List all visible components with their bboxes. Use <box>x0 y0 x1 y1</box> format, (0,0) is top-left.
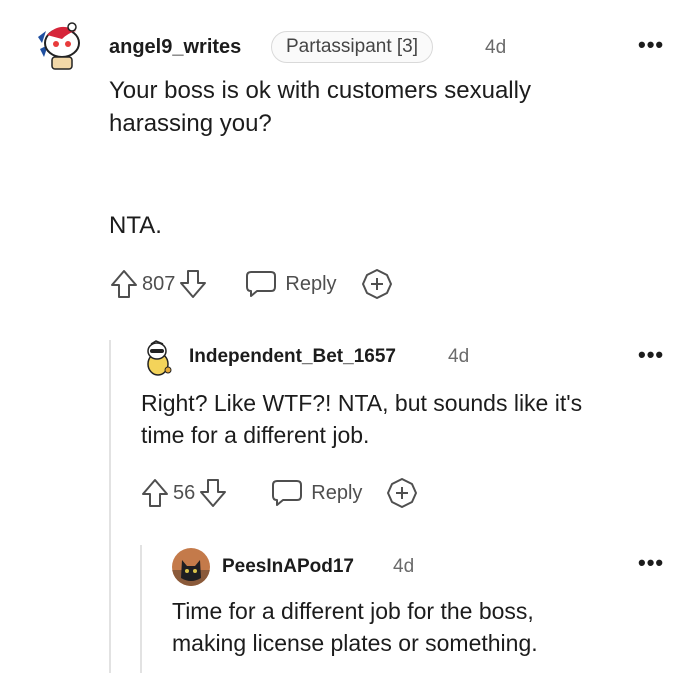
thread-line-level-2[interactable] <box>140 545 142 673</box>
comment-line: NTA. <box>109 212 162 239</box>
avatar[interactable] <box>32 17 90 75</box>
award-icon[interactable] <box>361 268 393 300</box>
comment-line: Right? Like WTF?! NTA, but sounds like i… <box>141 390 583 416</box>
reply-label: Reply <box>311 481 363 504</box>
reply-label: Reply <box>285 272 337 295</box>
username[interactable]: Independent_Bet_1657 <box>189 346 396 368</box>
more-options-button[interactable]: ••• <box>638 550 664 576</box>
comment-bubble-icon <box>272 480 303 506</box>
timestamp[interactable]: 4d <box>393 556 414 578</box>
vote-count: 807 <box>142 272 176 295</box>
avatar[interactable] <box>172 548 210 586</box>
comment-bubble-icon <box>246 271 277 297</box>
comment-body: Time for a different job for the boss, m… <box>172 595 672 659</box>
user-flair: Partassipant [3] <box>271 31 434 63</box>
action-bar: 807 Reply <box>110 268 393 300</box>
vote-count: 56 <box>173 481 196 504</box>
downvote-icon[interactable] <box>199 478 227 508</box>
more-options-button[interactable]: ••• <box>638 32 664 58</box>
comment-body: Your boss is ok with customers sexually … <box>109 74 669 140</box>
more-options-button[interactable]: ••• <box>638 342 664 368</box>
action-bar: 56 Reply <box>141 477 418 509</box>
thread-line-level-1[interactable] <box>109 340 111 673</box>
avatar[interactable] <box>141 340 175 376</box>
username[interactable]: angel9_writes <box>109 36 241 59</box>
snoo-avatar-icon <box>147 340 172 376</box>
username[interactable]: PeesInAPod17 <box>222 556 354 578</box>
cat-photo-avatar-icon <box>172 548 210 586</box>
reply-button[interactable]: Reply <box>245 270 337 298</box>
reply-button[interactable]: Reply <box>271 479 362 507</box>
timestamp[interactable]: 4d <box>485 37 506 59</box>
timestamp[interactable]: 4d <box>448 346 469 368</box>
comment-line: Your boss is ok with customers sexually <box>109 77 531 104</box>
comment-body: Right? Like WTF?! NTA, but sounds like i… <box>141 387 681 451</box>
upvote-icon[interactable] <box>110 269 138 299</box>
award-icon[interactable] <box>386 477 418 509</box>
comment-line: time for a different job. <box>141 422 370 448</box>
comment-line: harassing you? <box>109 110 272 137</box>
downvote-icon[interactable] <box>179 269 207 299</box>
comment-line: making license plates or something. <box>172 630 538 656</box>
snoo-avatar-icon <box>32 17 90 75</box>
upvote-icon[interactable] <box>141 478 169 508</box>
comment-line: Time for a different job for the boss, <box>172 598 534 624</box>
